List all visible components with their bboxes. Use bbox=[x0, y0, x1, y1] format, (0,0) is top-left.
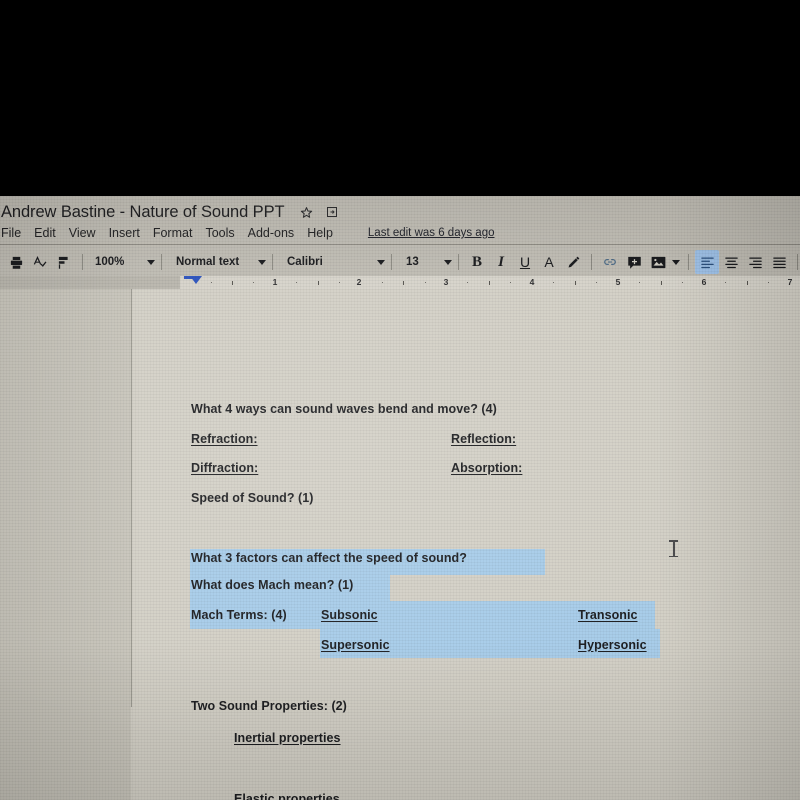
toolbar-separator-8 bbox=[797, 254, 798, 270]
font-size-dropdown[interactable]: 13 bbox=[398, 251, 452, 273]
italic-label: I bbox=[498, 253, 504, 270]
chevron-down-icon bbox=[377, 259, 385, 265]
ruler-number-6: 6 bbox=[701, 277, 707, 287]
menu-item-help[interactable]: Help bbox=[307, 226, 333, 240]
align-center-icon[interactable] bbox=[719, 250, 743, 274]
toolbar-separator-5 bbox=[458, 254, 459, 270]
paragraph-style-value: Normal text bbox=[176, 256, 240, 268]
menu-item-file[interactable]: File bbox=[1, 226, 21, 240]
toolbar-separator-1 bbox=[82, 254, 83, 270]
photo-black-bezel bbox=[0, 0, 800, 196]
left-indent-marker[interactable] bbox=[190, 276, 202, 284]
highlight-pencil-icon[interactable] bbox=[561, 250, 585, 274]
bold-label: B bbox=[471, 253, 482, 270]
menu-divider bbox=[0, 244, 800, 245]
last-edit-link[interactable]: Last edit was 6 days ago bbox=[368, 227, 495, 239]
doc-line-hypersonic: Hypersonic bbox=[578, 638, 647, 652]
menu-item-edit[interactable]: Edit bbox=[34, 226, 56, 240]
underline-label: U bbox=[519, 254, 531, 270]
zoom-dropdown[interactable]: 100% bbox=[89, 251, 155, 273]
menu-item-tools[interactable]: Tools bbox=[205, 226, 234, 240]
menu-item-view[interactable]: View bbox=[69, 226, 96, 240]
title-bar-icons bbox=[300, 206, 338, 219]
doc-line-transonic: Transonic bbox=[578, 608, 638, 622]
font-family-dropdown[interactable]: Calibri bbox=[279, 251, 385, 273]
toolbar-separator-4 bbox=[391, 254, 392, 270]
ruler-number-7: 7 bbox=[787, 277, 793, 287]
align-right-icon[interactable] bbox=[743, 250, 767, 274]
italic-button[interactable]: I bbox=[489, 250, 513, 274]
move-to-folder-icon[interactable] bbox=[326, 206, 338, 218]
print-icon[interactable] bbox=[4, 250, 28, 274]
doc-line-diffraction: Diffraction: bbox=[191, 461, 259, 475]
screenshot-root: Andrew Bastine - Nature of Sound PPT Fil… bbox=[0, 0, 800, 800]
monitor-screen-area: Andrew Bastine - Nature of Sound PPT Fil… bbox=[0, 196, 800, 800]
menu-item-insert[interactable]: Insert bbox=[109, 226, 140, 240]
add-comment-icon[interactable] bbox=[622, 250, 646, 274]
spellcheck-icon[interactable] bbox=[28, 250, 52, 274]
toolbar-separator-3 bbox=[272, 254, 273, 270]
align-justify-icon[interactable] bbox=[767, 250, 791, 274]
title-bar: Andrew Bastine - Nature of Sound PPT bbox=[0, 200, 800, 224]
menu-item-format[interactable]: Format bbox=[153, 226, 193, 240]
star-outline-icon[interactable] bbox=[300, 206, 313, 219]
insert-image-icon[interactable] bbox=[646, 250, 670, 274]
doc-line-subsonic: Subsonic bbox=[321, 608, 378, 622]
doc-line-mach-mean: What does Mach mean? (1) bbox=[191, 578, 354, 592]
docs-chrome: Andrew Bastine - Nature of Sound PPT Fil… bbox=[0, 196, 800, 282]
font-size-value: 13 bbox=[406, 256, 419, 268]
menu-item-add-ons[interactable]: Add-ons bbox=[248, 226, 295, 240]
chevron-down-icon bbox=[147, 259, 155, 265]
zoom-value: 100% bbox=[95, 256, 125, 268]
doc-line-mach-terms: Mach Terms: (4) bbox=[191, 608, 287, 622]
ruler-number-4: 4 bbox=[529, 277, 535, 287]
doc-line-two-properties: Two Sound Properties: (2) bbox=[191, 699, 347, 713]
menu-bar: File Edit View Insert Format Tools Add-o… bbox=[0, 222, 800, 244]
toolbar-separator-7 bbox=[688, 254, 689, 270]
underline-button[interactable]: U bbox=[513, 250, 537, 274]
doc-line-speed-of-sound: Speed of Sound? (1) bbox=[191, 491, 314, 505]
font-family-value: Calibri bbox=[287, 256, 323, 268]
formatting-toolbar: 100% Normal text Calibri 13 B I U A bbox=[0, 248, 800, 276]
ruler-number-3: 3 bbox=[443, 277, 449, 287]
doc-line-refraction: Refraction: bbox=[191, 432, 258, 446]
paragraph-style-dropdown[interactable]: Normal text bbox=[168, 251, 266, 273]
doc-line-question-4-ways: What 4 ways can sound waves bend and mov… bbox=[191, 402, 497, 416]
text-color-button[interactable]: A bbox=[537, 250, 561, 274]
ruler-number-2: 2 bbox=[356, 277, 362, 287]
doc-line-3-factors: What 3 factors can affect the speed of s… bbox=[191, 551, 467, 565]
bold-button[interactable]: B bbox=[465, 250, 489, 274]
toolbar-separator-2 bbox=[161, 254, 162, 270]
doc-line-inertial: Inertial properties bbox=[234, 731, 341, 745]
document-title[interactable]: Andrew Bastine - Nature of Sound PPT bbox=[0, 203, 285, 222]
insert-image-dropdown[interactable] bbox=[670, 250, 682, 274]
align-left-icon[interactable] bbox=[695, 250, 719, 274]
chevron-down-icon bbox=[444, 259, 452, 265]
toolbar-separator-6 bbox=[591, 254, 592, 270]
doc-line-absorption: Absorption: bbox=[451, 461, 523, 475]
text-ibeam-cursor bbox=[669, 539, 678, 558]
insert-link-icon[interactable] bbox=[598, 250, 622, 274]
paint-format-icon[interactable] bbox=[52, 250, 76, 274]
horizontal-ruler[interactable]: 1 2 3 4 5 6 7 bbox=[0, 276, 800, 289]
doc-line-supersonic: Supersonic bbox=[321, 638, 390, 652]
text-color-label: A bbox=[544, 254, 554, 270]
doc-line-reflection: Reflection: bbox=[451, 432, 517, 446]
doc-line-elastic: Elastic properties bbox=[234, 792, 340, 800]
chevron-down-icon bbox=[258, 259, 266, 265]
ruler-number-1: 1 bbox=[272, 277, 278, 287]
chevron-down-icon bbox=[672, 259, 680, 265]
ruler-number-5: 5 bbox=[615, 277, 621, 287]
